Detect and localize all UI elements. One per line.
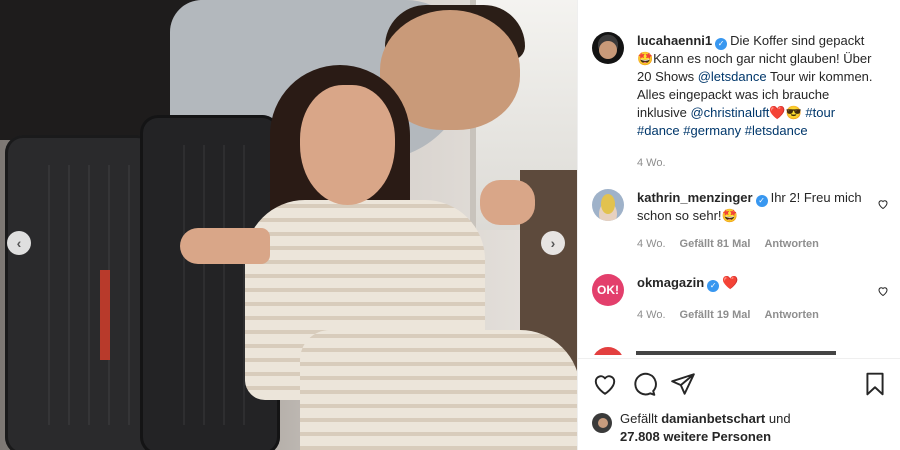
comment-item: OK! okmagazin ✓ ❤️ 4 Wo. Gefällt 19 Mal An… — [592, 274, 873, 324]
comment-like-heart-icon[interactable] — [877, 198, 889, 210]
avatar[interactable]: OK! — [592, 274, 624, 306]
likes-prefix: Gefällt — [620, 411, 658, 426]
likes-middle: und — [768, 411, 791, 426]
likes-summary: Gefällt damianbetschart und 27.808 weite… — [592, 410, 791, 446]
save-button[interactable] — [862, 371, 888, 397]
comment-time[interactable]: 4 Wo. — [637, 306, 666, 324]
hashtag-link[interactable]: #tour — [805, 105, 835, 120]
comment-likes[interactable]: Gefällt 19 Mal — [680, 306, 751, 324]
chevron-right-icon: › — [550, 235, 556, 251]
carousel-prev-button[interactable]: ‹ — [7, 231, 31, 255]
comment-username[interactable]: okmagazin — [637, 275, 704, 290]
likes-text: Gefällt damianbetschart und 27.808 weite… — [620, 410, 791, 446]
verified-badge-icon: ✓ — [755, 195, 768, 207]
avatar[interactable] — [592, 189, 624, 221]
likes-count[interactable]: 27.808 — [620, 429, 660, 444]
comment-likes[interactable]: Gefällt 81 Mal — [680, 235, 751, 253]
share-icon — [671, 373, 695, 395]
share-button[interactable] — [670, 371, 696, 397]
comment-body: okmagazin ✓ ❤️ 4 Wo. Gefällt 19 Mal Antwor… — [637, 274, 873, 324]
photo-woman-pants — [300, 330, 577, 450]
reply-button[interactable]: Antworten — [764, 235, 818, 253]
avatar[interactable] — [592, 32, 624, 64]
caption-body: lucahaenni1 ✓ Die Koffer sind gepackt 🤩Kan… — [637, 32, 873, 172]
verified-badge-icon: ✓ — [715, 38, 728, 50]
heart-icon — [594, 375, 616, 395]
caption-meta: 4 Wo. — [637, 154, 873, 172]
comment-item: kathrin_menzinger ✓ Ihr 2! Freu mich schon… — [592, 189, 873, 253]
mention-link[interactable]: @letsdance — [698, 69, 767, 84]
comments-list[interactable]: lucahaenni1 ✓ Die Koffer sind gepackt 🤩Kan… — [578, 0, 900, 355]
avatar[interactable] — [592, 413, 612, 433]
photo-luggage-tag — [100, 270, 110, 360]
likes-suffix[interactable]: weitere Personen — [663, 429, 771, 444]
comment-item-partial — [592, 347, 882, 355]
comment-icon — [634, 372, 657, 396]
instagram-post: ‹ › lucahaenni1 ✓ Die Koffer sind gepackt … — [0, 0, 900, 450]
likes-user[interactable]: damianbetschart — [661, 411, 765, 426]
hashtag-link[interactable]: #letsdance — [745, 123, 808, 138]
reply-button[interactable]: Antworten — [764, 306, 818, 324]
caption-emojis: ❤️😎 — [769, 105, 802, 120]
comment-like-heart-icon[interactable] — [877, 285, 889, 297]
chevron-left-icon: ‹ — [16, 235, 22, 251]
hashtag-link[interactable]: #germany — [683, 123, 741, 138]
comment-button[interactable] — [631, 371, 657, 397]
caption-time[interactable]: 4 Wo. — [637, 154, 666, 172]
comment-text: ❤️ — [722, 275, 739, 290]
caption-username[interactable]: lucahaenni1 — [637, 33, 712, 48]
bookmark-icon — [866, 372, 884, 396]
carousel-next-button[interactable]: › — [541, 231, 565, 255]
photo-woman-face — [300, 85, 395, 205]
hashtag-link[interactable]: #dance — [637, 123, 680, 138]
post-caption: lucahaenni1 ✓ Die Koffer sind gepackt 🤩Kan… — [592, 32, 873, 172]
photo-suitcase — [5, 135, 155, 450]
photo-hand — [180, 228, 270, 264]
verified-badge-icon: ✓ — [707, 280, 720, 292]
comment-username[interactable]: kathrin_menzinger — [637, 190, 753, 205]
post-side-panel: lucahaenni1 ✓ Die Koffer sind gepackt 🤩Kan… — [577, 0, 900, 450]
comment-time[interactable]: 4 Wo. — [637, 235, 666, 253]
avatar-text: OK! — [597, 283, 619, 297]
mention-link[interactable]: @christinaluft — [690, 105, 769, 120]
comment-meta: 4 Wo. Gefällt 19 Mal Antworten — [637, 306, 873, 324]
photo-hand — [480, 180, 535, 225]
post-photo[interactable]: ‹ › — [0, 0, 577, 450]
comment-meta: 4 Wo. Gefällt 81 Mal Antworten — [637, 235, 873, 253]
like-button[interactable] — [592, 371, 618, 397]
comment-body: kathrin_menzinger ✓ Ihr 2! Freu mich schon… — [637, 189, 873, 253]
post-actions — [578, 358, 900, 408]
